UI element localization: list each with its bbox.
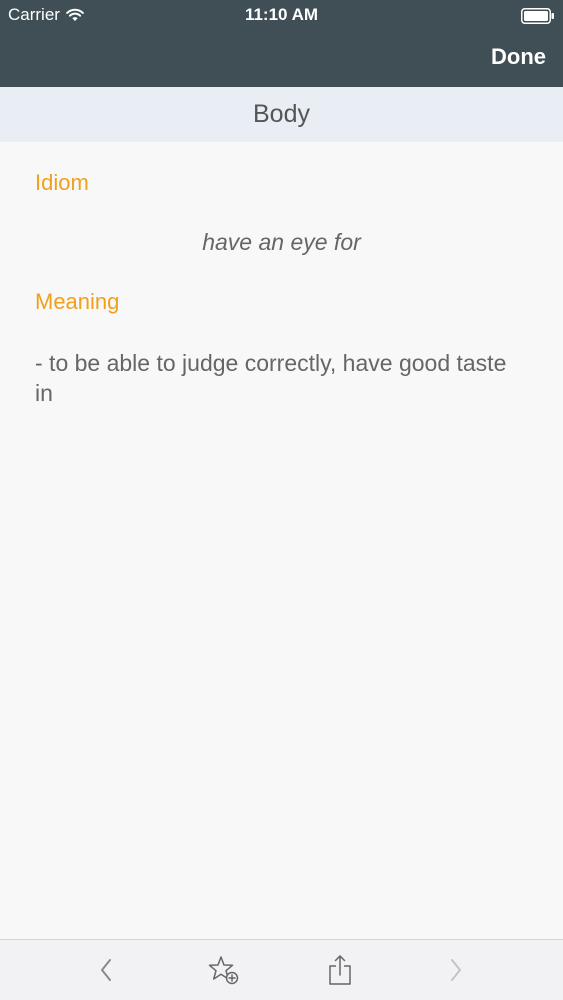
status-time: 11:10 AM xyxy=(244,5,319,24)
chevron-right-icon xyxy=(449,958,463,982)
star-add-icon xyxy=(208,955,240,985)
section-header: Body xyxy=(0,87,563,142)
status-bar: Carrier 11:10 AM xyxy=(0,0,563,30)
share-icon xyxy=(327,954,353,986)
meaning-text: - to be able to judge correctly, have go… xyxy=(35,350,507,406)
navigation-bar: Carrier 11:10 AM Done xyxy=(0,0,563,87)
idiom-text: have an eye for xyxy=(202,229,361,255)
bottom-toolbar xyxy=(0,939,563,1000)
back-button[interactable] xyxy=(78,940,134,1000)
done-button[interactable]: Done xyxy=(491,44,546,70)
share-button[interactable] xyxy=(312,940,368,1000)
idiom-label: Idiom xyxy=(35,170,89,195)
content-area: Idiom have an eye for Meaning - to be ab… xyxy=(0,142,563,939)
battery-icon xyxy=(521,8,555,24)
meaning-label: Meaning xyxy=(35,289,120,314)
add-favorite-button[interactable] xyxy=(196,940,252,1000)
forward-button[interactable] xyxy=(428,940,484,1000)
section-title: Body xyxy=(253,100,310,128)
chevron-left-icon xyxy=(99,958,113,982)
